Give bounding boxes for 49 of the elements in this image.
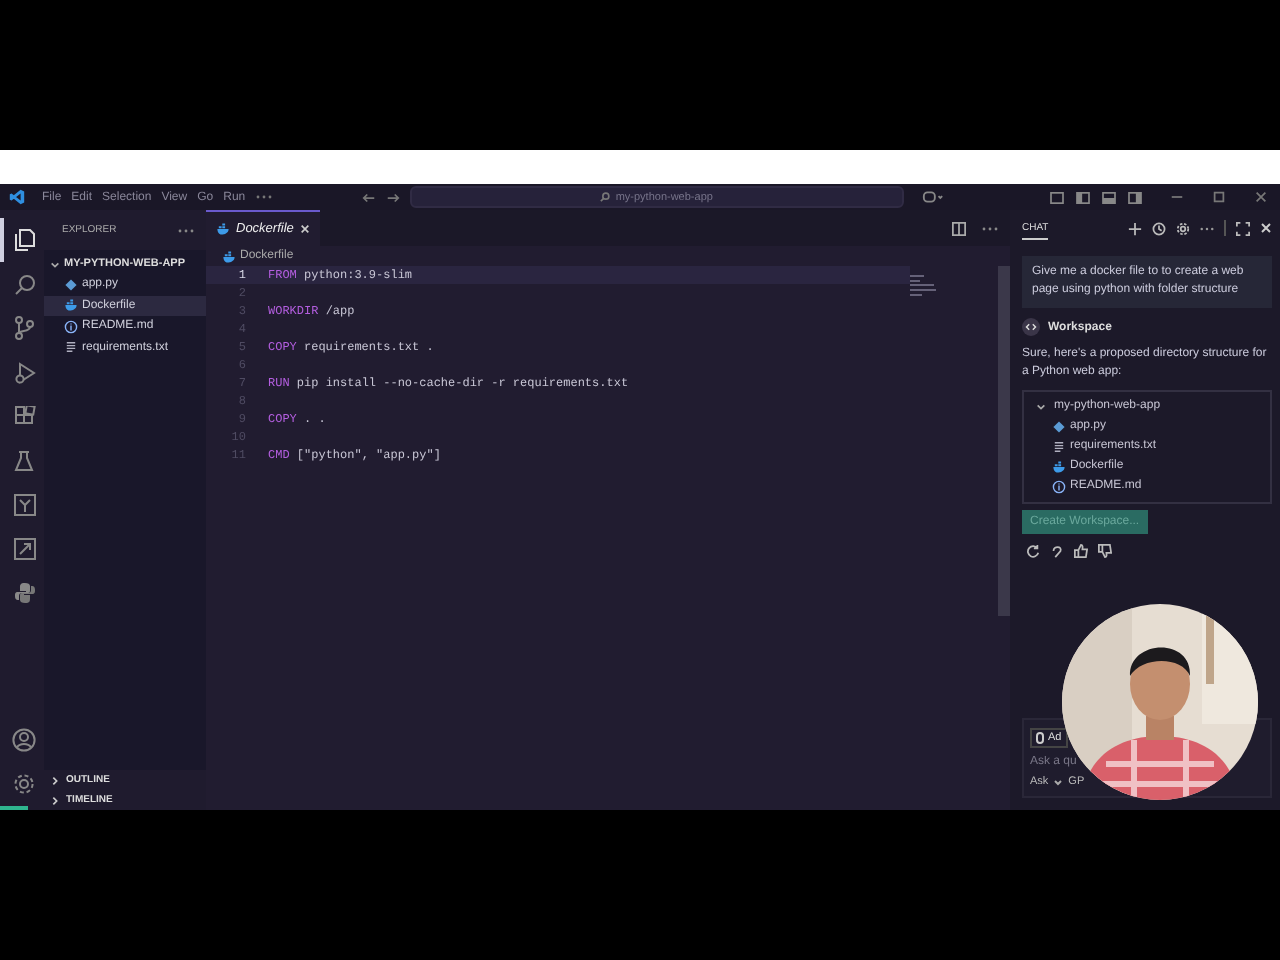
layout-icon[interactable] [1076, 191, 1090, 203]
lines-icon [64, 340, 78, 355]
snake-logo-icon [13, 581, 35, 603]
caret-icon[interactable] [1054, 779, 1063, 785]
more-icon[interactable] [178, 227, 194, 233]
info-icon [1052, 479, 1066, 493]
scrollbar[interactable] [998, 266, 1010, 616]
ribbon-logo-icon[interactable] [8, 188, 26, 206]
split-editor-icon[interactable] [952, 221, 966, 235]
thumbs-down-icon[interactable] [1098, 544, 1112, 558]
code-badge-icon [1022, 318, 1040, 336]
settings-icon[interactable] [1176, 221, 1190, 235]
layout-icon[interactable] [1050, 191, 1064, 203]
close-icon[interactable] [299, 224, 310, 234]
close-icon[interactable] [1260, 222, 1272, 234]
plus-icon[interactable] [1128, 221, 1142, 235]
paperclip-icon [1036, 732, 1044, 744]
forward-arrow-icon[interactable] [385, 191, 400, 203]
layout-icon[interactable] [1102, 191, 1116, 203]
diamond-icon [1052, 419, 1066, 433]
whale-icon [216, 222, 230, 236]
expand-icon[interactable] [1236, 221, 1250, 235]
more-icon[interactable] [1200, 225, 1214, 231]
square-branch-icon [13, 493, 35, 515]
info-icon [64, 319, 78, 334]
flask-icon [14, 449, 34, 471]
more-icon[interactable] [982, 225, 998, 231]
search-icon [13, 273, 35, 295]
branch-icon [14, 316, 34, 340]
play-icon [13, 361, 35, 383]
whale-icon [1052, 459, 1066, 473]
retry-icon[interactable] [1026, 544, 1040, 558]
lines-icon [1052, 439, 1066, 453]
settings-icon[interactable] [12, 772, 36, 796]
back-arrow-icon[interactable] [361, 191, 376, 203]
diamond-icon [64, 277, 78, 292]
whale-icon [222, 249, 236, 263]
maximize-icon[interactable] [1212, 190, 1226, 204]
layout-icon[interactable] [1128, 191, 1142, 203]
files-icon [13, 228, 35, 252]
blocks-icon [13, 405, 35, 427]
whale-icon [64, 298, 78, 313]
search-icon [599, 192, 610, 202]
person-icon[interactable] [12, 728, 36, 752]
square-arrow-icon [13, 537, 35, 559]
minimize-icon[interactable] [1170, 190, 1184, 204]
thumbs-up-icon[interactable] [1074, 544, 1088, 558]
minimap-drawing [910, 274, 938, 298]
history-icon[interactable] [1152, 221, 1166, 235]
